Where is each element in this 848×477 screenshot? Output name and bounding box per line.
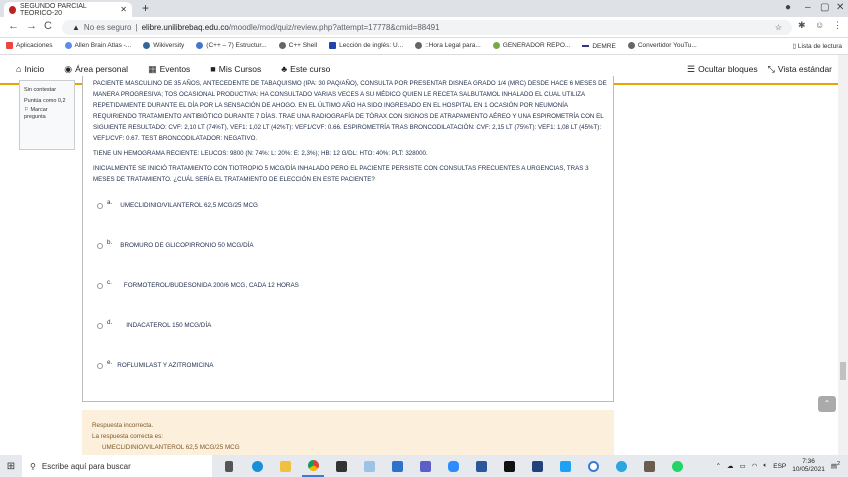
url-bar[interactable]: ▲ No es seguro | elibre.unilibrebaq.edu.co/… [62, 20, 792, 35]
bookmark[interactable]: (C++ – 7) Estructur... [196, 42, 267, 50]
teams-icon[interactable] [414, 455, 436, 477]
amazon-icon[interactable] [358, 455, 380, 477]
hide-blocks-button[interactable]: ☰ Ocultar bloques [687, 64, 758, 75]
star-icon[interactable]: ☆ [775, 23, 782, 32]
telegram-icon[interactable] [610, 455, 632, 477]
feedback-box: Respuesta incorrecta. La respuesta corre… [82, 410, 614, 455]
store-icon[interactable] [330, 455, 352, 477]
flag-icon: ⚐ [24, 107, 29, 113]
expand-icon: ⤡ [767, 63, 775, 74]
bookmark[interactable]: GENERADOR REPO... [492, 42, 570, 50]
bookmark[interactable]: C++ Shell [278, 42, 317, 50]
word-icon[interactable] [470, 455, 492, 477]
question-text: Paciente masculino de 35 años, anteceden… [93, 80, 607, 183]
chevron-up-icon[interactable]: ⌃ [716, 462, 721, 470]
tab-bar: SEGUNDO PARCIAL TEORICO-20 ✕ + ● – ▢ ✕ [0, 0, 848, 17]
nav-este-curso[interactable]: ♣ Este curso [281, 64, 330, 74]
language-indicator[interactable]: ESP [773, 463, 786, 470]
standard-view-button[interactable]: ⤡ Vista estándar [768, 64, 832, 75]
task-view-icon[interactable] [218, 455, 240, 477]
calendar-icon: ▦ [148, 63, 157, 74]
bookmarks-bar: Aplicaciones Allen Brain Atlas -... Wiki… [0, 38, 848, 55]
nav-inicio[interactable]: ⌂ Inicio [16, 64, 44, 74]
system-tray: ⌃ ☁ ▭ ◠ 🔈︎ ESP 7:36 10/05/2021 ▤2 [716, 458, 848, 474]
home-icon: ⌂ [16, 64, 22, 74]
search-icon: ⚲ [30, 461, 36, 471]
flag-question[interactable]: ⚐ Marcar pregunta [24, 107, 70, 121]
new-tab-button[interactable]: + [142, 1, 149, 15]
close-tab-icon[interactable]: ✕ [120, 5, 127, 14]
taskbar-search[interactable]: ⚲ Escribe aquí para buscar [22, 455, 212, 477]
forward-icon[interactable]: → [26, 20, 37, 32]
browser-tab[interactable]: SEGUNDO PARCIAL TEORICO-20 ✕ [4, 2, 132, 17]
maximize-button[interactable]: ▢ [820, 2, 829, 13]
option-e[interactable]: e. ROFLUMILAST Y AZITROMICINA [97, 359, 214, 369]
option-a[interactable]: a. UMECLIDINIO/VILANTEROL 62,5 MCG/25 MCG [97, 199, 258, 209]
avatar[interactable]: ☺ [815, 20, 824, 30]
option-b[interactable]: b. BROMURO DE GLICOPIRRONIO 50 MCG/DÍA [97, 239, 254, 249]
extensions-icon[interactable]: ✱ [798, 20, 806, 31]
wifi-icon[interactable]: ◠ [752, 462, 758, 470]
back-to-top-button[interactable]: ⌃ [818, 396, 836, 412]
bookmark[interactable]: Aplicaciones [6, 42, 53, 50]
dashboard-icon: ◉ [64, 63, 73, 74]
reload-icon[interactable]: C [44, 20, 52, 32]
netflix-icon[interactable] [498, 455, 520, 477]
mail-icon[interactable] [386, 455, 408, 477]
nav-mis-cursos[interactable]: ■ Mis Cursos [210, 64, 261, 74]
chrome-icon[interactable] [302, 455, 324, 477]
nav-area-personal[interactable]: ◉ Área personal [64, 64, 128, 75]
outdent-icon: ☰ [686, 63, 696, 74]
battery-icon[interactable]: ▭ [740, 462, 746, 470]
bookmark[interactable]: DEMRE [582, 43, 616, 50]
bookmark[interactable]: Lección de inglés: U... [329, 42, 403, 50]
close-window-button[interactable]: ✕ [836, 2, 844, 13]
scrollbar-thumb[interactable] [840, 362, 846, 380]
back-icon[interactable]: ← [8, 20, 19, 32]
app-icon[interactable] [526, 455, 548, 477]
sitemap-icon: ♣ [281, 64, 288, 74]
bookmark[interactable]: Wikiversity [143, 42, 184, 50]
radio-button[interactable] [97, 202, 103, 209]
volume-icon[interactable]: 🔈︎ [763, 462, 767, 470]
profile-icon[interactable]: ● [785, 2, 791, 13]
notifications-icon[interactable]: ▤2 [831, 461, 840, 470]
briefcase-icon: ■ [210, 64, 216, 74]
address-bar-row: ← → C ▲ No es seguro | elibre.unilibrebaq.e… [0, 17, 848, 38]
file-explorer-icon[interactable] [274, 455, 296, 477]
question-box: Paciente masculino de 35 años, anteceden… [82, 76, 614, 402]
zoom-icon[interactable] [442, 455, 464, 477]
favicon-icon [9, 5, 16, 14]
twitter-icon[interactable] [554, 455, 576, 477]
cloud-icon[interactable]: ☁ [727, 462, 734, 470]
menu-icon[interactable]: ⋮ [833, 20, 842, 31]
radio-button[interactable] [97, 322, 103, 329]
warning-icon: ▲ [72, 23, 80, 32]
reading-list[interactable]: ▯ Lista de lectura [793, 42, 842, 50]
radio-button[interactable] [97, 242, 103, 249]
messenger-icon[interactable] [582, 455, 604, 477]
taskbar: ⊞ ⚲ Escribe aquí para buscar ⌃ ☁ ▭ ◠ 🔈︎ E… [0, 455, 848, 477]
edge-icon[interactable] [246, 455, 268, 477]
radio-button[interactable] [97, 282, 103, 289]
scrollbar[interactable] [838, 55, 848, 455]
radio-button[interactable] [97, 362, 103, 369]
whatsapp-icon[interactable] [666, 455, 688, 477]
bookmark[interactable]: Convertidor YouTu... [627, 42, 697, 50]
bookmark[interactable]: ::Hora Legal para... [415, 42, 481, 50]
gimp-icon[interactable] [638, 455, 660, 477]
nav-eventos[interactable]: ▦ Eventos [148, 64, 190, 75]
question-info: Sin contestar Puntúa como 0,2 ⚐ Marcar p… [19, 80, 75, 150]
bookmark[interactable]: Allen Brain Atlas -... [64, 42, 131, 50]
clock[interactable]: 7:36 10/05/2021 [792, 458, 825, 474]
option-d[interactable]: d. INDACATEROL 150 MCG/DÍA [97, 319, 211, 329]
minimize-button[interactable]: – [805, 2, 811, 13]
windows-start-icon[interactable]: ⊞ [0, 455, 22, 477]
option-c[interactable]: c. FORMOTEROL/BUDESONIDA 200/6 MCG, CADA … [97, 279, 299, 289]
